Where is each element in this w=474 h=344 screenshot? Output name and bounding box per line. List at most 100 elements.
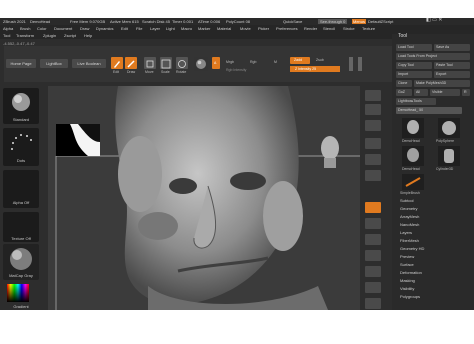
menu-marker[interactable]: Marker	[198, 26, 210, 31]
scroll-button[interactable]	[365, 120, 381, 131]
menu-stroke[interactable]: Stroke	[343, 26, 355, 31]
menu-color[interactable]: Color	[37, 26, 47, 31]
frame-button[interactable]	[365, 250, 381, 261]
menu-zscript[interactable]: Zscript	[64, 33, 76, 38]
load-tool-button[interactable]: Load Tool	[396, 44, 432, 51]
subpalette-masking[interactable]: Masking	[400, 278, 415, 283]
tool-thumb-demohead[interactable]	[402, 118, 424, 138]
menu-stencil[interactable]: Stencil	[323, 26, 335, 31]
menu-material[interactable]: Material	[217, 26, 231, 31]
save-as-button[interactable]: Save As	[434, 44, 470, 51]
live-boolean-button[interactable]: Live Boolean	[72, 59, 106, 68]
r-button[interactable]: R	[462, 89, 470, 96]
menu-layer[interactable]: Layer	[150, 26, 160, 31]
brush-selector[interactable]: Standard	[3, 88, 39, 124]
m-button[interactable]: M	[274, 60, 277, 64]
lightbox-button[interactable]: LightBox	[40, 59, 68, 68]
menu-light[interactable]: Light	[166, 26, 175, 31]
menu-help[interactable]: Help	[84, 33, 92, 38]
material-swatch[interactable]	[194, 57, 208, 71]
aahalf-button[interactable]	[365, 170, 381, 181]
rotate-button[interactable]	[176, 57, 188, 69]
color-picker[interactable]	[7, 284, 29, 302]
alpha-selector[interactable]: Alpha Off	[3, 170, 39, 208]
visible-button[interactable]: Visible	[430, 89, 460, 96]
tool-thumb-cylinder[interactable]	[438, 146, 460, 166]
mrgb-button[interactable]: Mrgb	[226, 60, 234, 64]
menu-zplugin[interactable]: Zplugin	[43, 33, 56, 38]
subpalette-nanomesh[interactable]: NanoMesh	[400, 222, 419, 227]
see-through-slider[interactable]: See-through 0	[318, 19, 348, 24]
draw-size-slider[interactable]	[358, 57, 362, 71]
lightbox-tools-button[interactable]: Lightbox▸Tools	[396, 98, 436, 105]
spix-button[interactable]	[365, 104, 381, 115]
window-controls-icon[interactable]: ◧ ▭ ✕	[426, 18, 442, 23]
load-tools-from-project-button[interactable]: Load Tools From Project	[396, 53, 470, 60]
local-button[interactable]	[365, 234, 381, 245]
stroke-selector[interactable]: Dots	[3, 128, 39, 166]
menu-texture[interactable]: Texture	[362, 26, 375, 31]
focal-shift-slider[interactable]	[349, 57, 353, 71]
menu-preferences[interactable]: Preferences	[276, 26, 298, 31]
goz-button[interactable]: GoZ	[396, 89, 412, 96]
current-tool-slider[interactable]: DemoHead_ 50	[396, 107, 462, 114]
menu-transform[interactable]: Transform	[16, 33, 34, 38]
quicksave-button[interactable]: QuickSave	[283, 19, 302, 24]
bpr-button[interactable]	[365, 90, 381, 101]
copy-tool-button[interactable]: Copy Tool	[396, 62, 432, 69]
import-button[interactable]: Import	[396, 71, 432, 78]
persp-button[interactable]	[365, 202, 381, 213]
edit-mode-button[interactable]	[111, 57, 123, 69]
subpalette-layers[interactable]: Layers	[400, 230, 412, 235]
subpalette-geometry-hd[interactable]: Geometry HD	[400, 246, 424, 251]
subpalette-visibility[interactable]: Visibility	[400, 286, 414, 291]
menu-tool[interactable]: Tool	[3, 33, 10, 38]
export-button[interactable]: Export	[434, 71, 470, 78]
menu-dynamics[interactable]: Dynamics	[96, 26, 114, 31]
menu-picker[interactable]: Picker	[258, 26, 269, 31]
make-polymesh-button[interactable]: Make PolyMesh3D	[414, 80, 470, 87]
menu-render[interactable]: Render	[304, 26, 317, 31]
home-page-button[interactable]: Home Page	[6, 59, 36, 68]
move-view-button[interactable]	[365, 266, 381, 277]
actual-button[interactable]	[365, 154, 381, 165]
menu-file[interactable]: File	[136, 26, 142, 31]
draw-mode-button[interactable]	[125, 57, 137, 69]
subpalette-surface[interactable]: Surface	[400, 262, 414, 267]
subpalette-subtool[interactable]: Subtool	[400, 198, 414, 203]
clone-button[interactable]: Clone	[396, 80, 412, 87]
matcap-selector[interactable]: MatCap Gray	[3, 244, 39, 280]
subpalette-fibermesh[interactable]: FiberMesh	[400, 238, 419, 243]
move-label: Move	[145, 70, 154, 74]
canvas-viewport[interactable]	[48, 86, 360, 310]
zoom-button[interactable]	[365, 138, 381, 149]
subpalette-preview[interactable]: Preview	[400, 254, 414, 259]
scale-button[interactable]	[160, 57, 172, 69]
script-selector[interactable]: DefaultZScript	[368, 19, 393, 24]
menu-edit[interactable]: Edit	[121, 26, 128, 31]
menu-brush[interactable]: Brush	[20, 26, 30, 31]
zoom3d-button[interactable]	[365, 282, 381, 293]
subpalette-deformation[interactable]: Deformation	[400, 270, 422, 275]
menu-document[interactable]: Document	[54, 26, 72, 31]
menu-draw[interactable]: Draw	[80, 26, 89, 31]
tool-thumb-simplebrush[interactable]	[402, 174, 424, 190]
zsub-button[interactable]: Zsub	[316, 58, 324, 62]
move-button[interactable]	[144, 57, 156, 69]
subpalette-arraymesh[interactable]: ArrayMesh	[400, 214, 419, 219]
menu-macro[interactable]: Macro	[181, 26, 192, 31]
menu-alpha[interactable]: Alpha	[3, 26, 13, 31]
rgb-button[interactable]: Rgb	[250, 60, 256, 64]
menu-movie[interactable]: Movie	[240, 26, 251, 31]
tool-thumb-demohead-2[interactable]	[402, 146, 424, 166]
subpalette-geometry[interactable]: Geometry	[400, 206, 418, 211]
subpalette-polygroups[interactable]: Polygroups	[400, 294, 420, 299]
floor-button[interactable]	[365, 218, 381, 229]
paste-tool-button[interactable]: Paste Tool	[434, 62, 470, 69]
tool-thumb-polysphere[interactable]	[438, 118, 460, 138]
rotate-view-button[interactable]	[365, 298, 381, 309]
texture-selector[interactable]: Texture Off	[3, 212, 39, 242]
rgb-intensity-slider[interactable]: Rgb Intensity	[226, 68, 246, 72]
all-button[interactable]: All	[414, 89, 428, 96]
menus-toggle[interactable]: Menus	[352, 19, 367, 24]
